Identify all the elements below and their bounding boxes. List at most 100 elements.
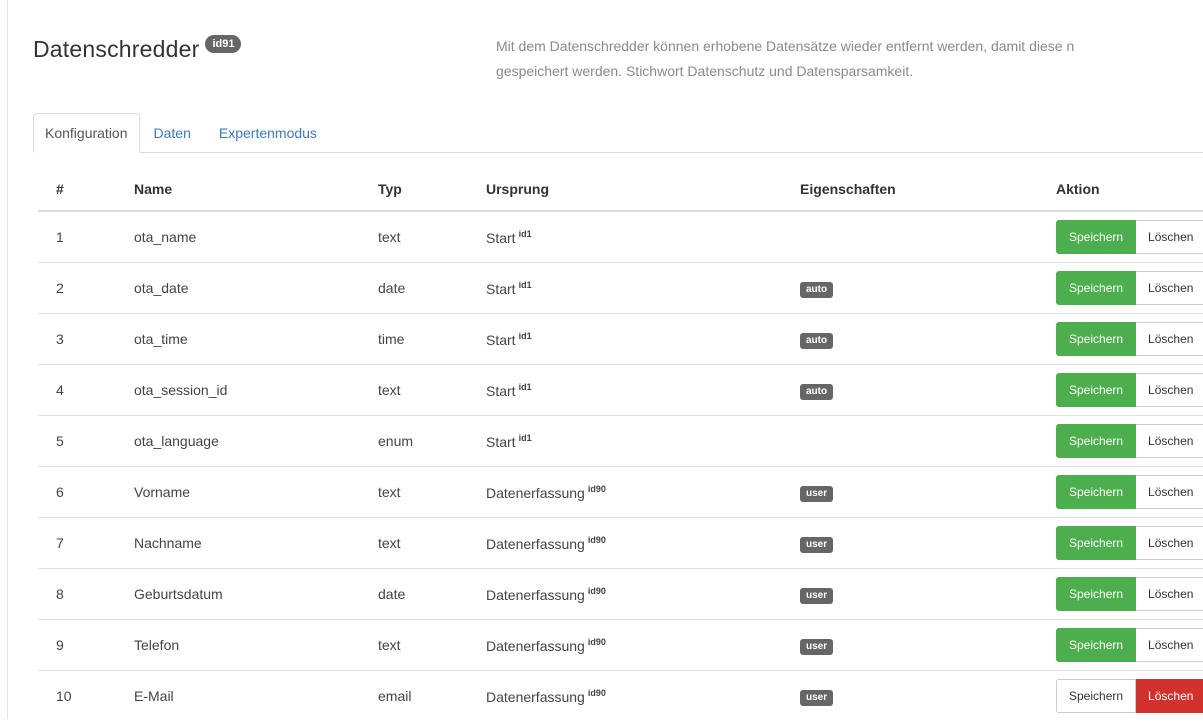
field-type: text bbox=[376, 467, 482, 518]
origin-id: id90 bbox=[588, 484, 606, 494]
save-button[interactable]: Speichern bbox=[1056, 220, 1136, 254]
delete-button[interactable]: Löschen bbox=[1136, 628, 1203, 662]
save-button[interactable]: Speichern bbox=[1056, 322, 1136, 356]
field-properties: auto bbox=[794, 263, 1046, 314]
save-button[interactable]: Speichern bbox=[1056, 373, 1136, 407]
tab-daten[interactable]: Daten bbox=[140, 114, 205, 152]
field-name: ota_date bbox=[112, 263, 376, 314]
delete-button[interactable]: Löschen bbox=[1136, 322, 1203, 356]
field-name: E-Mail bbox=[112, 671, 376, 721]
table-row: 5ota_languageenumStartid1SpeichernLösche… bbox=[38, 416, 1203, 467]
column-header-typ: Typ bbox=[376, 168, 482, 211]
row-number: 4 bbox=[38, 365, 112, 416]
field-name: Vorname bbox=[112, 467, 376, 518]
tab-konfiguration[interactable]: Konfiguration bbox=[33, 113, 140, 153]
row-number: 9 bbox=[38, 620, 112, 671]
id-badge: id91 bbox=[205, 35, 241, 53]
save-button[interactable]: Speichern bbox=[1056, 679, 1136, 713]
field-name: ota_session_id bbox=[112, 365, 376, 416]
field-properties: user bbox=[794, 569, 1046, 620]
property-tag: user bbox=[800, 639, 833, 655]
field-origin: Startid1 bbox=[482, 365, 794, 416]
table-row: 6VornametextDatenerfassungid90userSpeich… bbox=[38, 467, 1203, 518]
origin-label: Datenerfassung bbox=[486, 638, 585, 654]
row-number: 8 bbox=[38, 569, 112, 620]
delete-button[interactable]: Löschen bbox=[1136, 271, 1203, 305]
origin-label: Datenerfassung bbox=[486, 485, 585, 501]
table-row: 1ota_nametextStartid1SpeichernLöschen bbox=[38, 211, 1203, 263]
origin-label: Start bbox=[486, 332, 516, 348]
left-divider bbox=[7, 0, 8, 719]
property-tag: auto bbox=[800, 384, 833, 400]
field-actions: SpeichernLöschen bbox=[1046, 569, 1203, 620]
column-header-num: # bbox=[38, 168, 112, 211]
field-origin: Datenerfassungid90 bbox=[482, 671, 794, 721]
field-actions: SpeichernLöschen bbox=[1046, 263, 1203, 314]
field-properties: user bbox=[794, 467, 1046, 518]
column-header-name: Name bbox=[112, 168, 376, 211]
origin-label: Datenerfassung bbox=[486, 536, 585, 552]
delete-button[interactable]: Löschen bbox=[1136, 526, 1203, 560]
origin-id: id1 bbox=[519, 433, 532, 443]
field-actions: SpeichernLöschen bbox=[1046, 211, 1203, 263]
row-number: 3 bbox=[38, 314, 112, 365]
property-tag: user bbox=[800, 486, 833, 502]
action-button-group: SpeichernLöschen bbox=[1056, 475, 1203, 509]
action-button-group: SpeichernLöschen bbox=[1056, 373, 1203, 407]
origin-id: id1 bbox=[519, 229, 532, 239]
field-name: Nachname bbox=[112, 518, 376, 569]
origin-label: Start bbox=[486, 434, 516, 450]
fields-table: # Name Typ Ursprung Eigenschaften Aktion… bbox=[38, 168, 1203, 721]
save-button[interactable]: Speichern bbox=[1056, 475, 1136, 509]
delete-button[interactable]: Löschen bbox=[1136, 373, 1203, 407]
field-actions: SpeichernLöschen bbox=[1046, 314, 1203, 365]
delete-button[interactable]: Löschen bbox=[1136, 577, 1203, 611]
origin-id: id90 bbox=[588, 688, 606, 698]
action-button-group: SpeichernLöschen bbox=[1056, 577, 1203, 611]
delete-button[interactable]: Löschen bbox=[1136, 220, 1203, 254]
action-button-group: SpeichernLöschen bbox=[1056, 679, 1203, 713]
field-name: ota_name bbox=[112, 211, 376, 263]
table-body: 1ota_nametextStartid1SpeichernLöschen2ot… bbox=[38, 211, 1203, 721]
table-row: 10E-MailemailDatenerfassungid90userSpeic… bbox=[38, 671, 1203, 721]
field-origin: Startid1 bbox=[482, 416, 794, 467]
save-button[interactable]: Speichern bbox=[1056, 628, 1136, 662]
save-button[interactable]: Speichern bbox=[1056, 271, 1136, 305]
property-tag: auto bbox=[800, 282, 833, 298]
field-type: date bbox=[376, 263, 482, 314]
field-type: text bbox=[376, 211, 482, 263]
column-header-eigenschaften: Eigenschaften bbox=[794, 168, 1046, 211]
tab-bar: Konfiguration Daten Expertenmodus bbox=[33, 114, 1203, 153]
field-type: time bbox=[376, 314, 482, 365]
delete-button[interactable]: Löschen bbox=[1136, 475, 1203, 509]
field-actions: SpeichernLöschen bbox=[1046, 518, 1203, 569]
field-origin: Datenerfassungid90 bbox=[482, 620, 794, 671]
field-type: enum bbox=[376, 416, 482, 467]
field-type: text bbox=[376, 365, 482, 416]
action-button-group: SpeichernLöschen bbox=[1056, 526, 1203, 560]
column-header-ursprung: Ursprung bbox=[482, 168, 794, 211]
save-button[interactable]: Speichern bbox=[1056, 526, 1136, 560]
save-button[interactable]: Speichern bbox=[1056, 424, 1136, 458]
table-row: 8GeburtsdatumdateDatenerfassungid90userS… bbox=[38, 569, 1203, 620]
field-properties: user bbox=[794, 620, 1046, 671]
table-row: 2ota_datedateStartid1autoSpeichernLösche… bbox=[38, 263, 1203, 314]
action-button-group: SpeichernLöschen bbox=[1056, 322, 1203, 356]
tab-expertenmodus[interactable]: Expertenmodus bbox=[205, 114, 331, 152]
origin-label: Start bbox=[486, 383, 516, 399]
delete-button[interactable]: Löschen bbox=[1136, 679, 1203, 713]
field-origin: Startid1 bbox=[482, 314, 794, 365]
table-row: 4ota_session_idtextStartid1 auto Speichern… bbox=[38, 365, 1203, 416]
table-header-row: # Name Typ Ursprung Eigenschaften Aktion bbox=[38, 168, 1203, 211]
action-button-group: SpeichernLöschen bbox=[1056, 424, 1203, 458]
origin-label: Start bbox=[486, 281, 516, 297]
delete-button[interactable]: Löschen bbox=[1136, 424, 1203, 458]
description-line: Mit dem Datenschredder können erhobene D… bbox=[496, 34, 1203, 59]
property-tag: user bbox=[800, 537, 833, 553]
field-actions: SpeichernLöschen bbox=[1046, 365, 1203, 416]
row-number: 5 bbox=[38, 416, 112, 467]
save-button[interactable]: Speichern bbox=[1056, 577, 1136, 611]
field-origin: Datenerfassungid90 bbox=[482, 467, 794, 518]
field-properties: auto bbox=[794, 314, 1046, 365]
description-line: gespeichert werden. Stichwort Datenschut… bbox=[496, 59, 1203, 84]
